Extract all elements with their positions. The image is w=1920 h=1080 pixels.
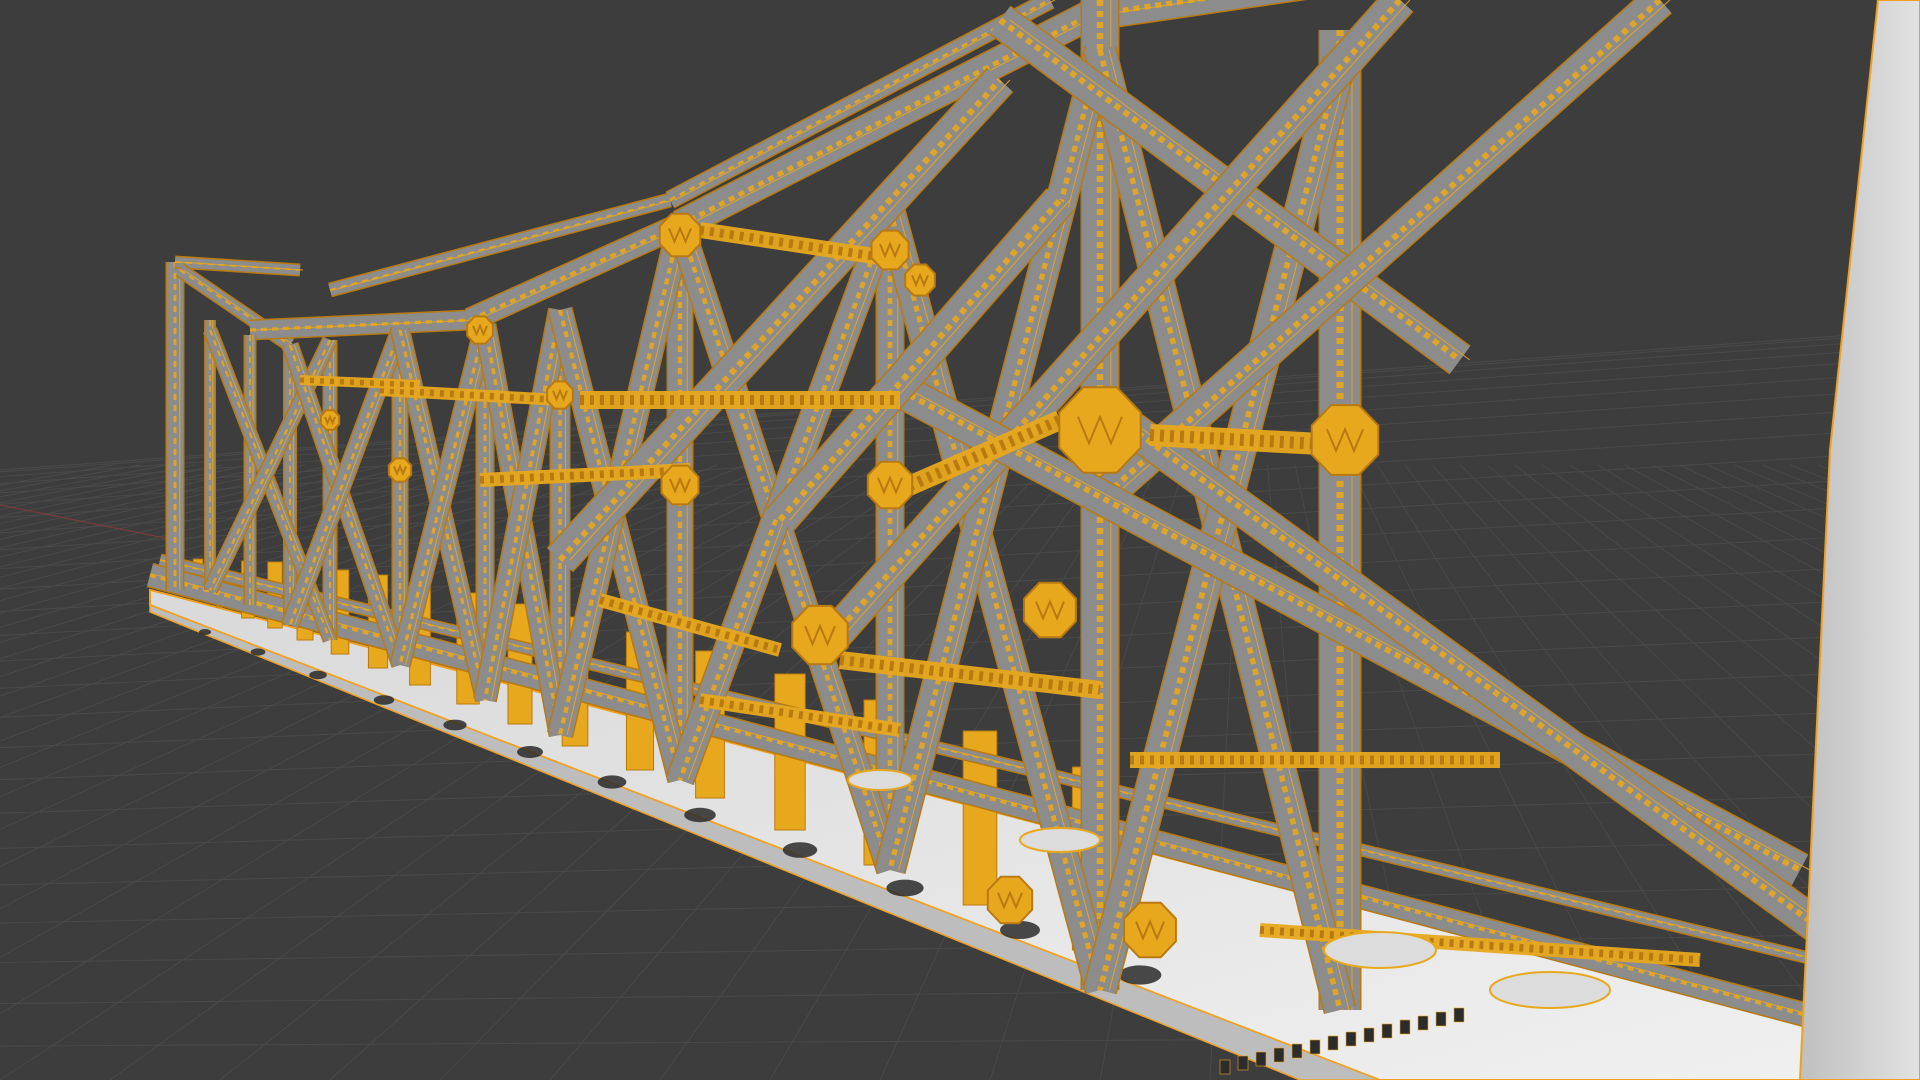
gusset-node xyxy=(387,457,413,483)
track-tie xyxy=(1237,1055,1249,1071)
track-tie xyxy=(1381,1023,1393,1039)
deck-hole xyxy=(309,670,327,680)
deck-hole xyxy=(886,879,924,897)
deck-hole xyxy=(373,695,395,705)
deck-hole xyxy=(1118,965,1162,985)
track-tie xyxy=(1219,1059,1231,1075)
lattice-girder xyxy=(479,463,691,487)
gusset-node xyxy=(1023,581,1077,639)
gusset-node xyxy=(1123,901,1177,959)
end-post xyxy=(165,262,185,590)
gusset-node xyxy=(1310,404,1380,476)
deck-hole xyxy=(250,648,266,656)
vertical-post xyxy=(1318,30,1362,1010)
gusset-node xyxy=(904,263,936,297)
deck-plate xyxy=(1323,931,1437,969)
gusset-node xyxy=(466,315,494,345)
track-tie xyxy=(1309,1039,1321,1055)
deck-plate xyxy=(847,769,913,791)
gusset-node xyxy=(658,212,702,258)
end-top-beam xyxy=(174,255,304,277)
track-tie xyxy=(1417,1015,1429,1031)
deck-hole xyxy=(517,746,543,758)
gusset-node xyxy=(986,875,1034,925)
gusset-node xyxy=(791,604,849,666)
deck-hole xyxy=(782,842,818,858)
gusset-node xyxy=(870,229,910,271)
gusset-node xyxy=(660,464,700,506)
vertical-post xyxy=(283,345,297,625)
track-tie xyxy=(1345,1031,1357,1047)
deck-plate xyxy=(1489,971,1611,1009)
track-tie xyxy=(1435,1011,1447,1027)
gusset-node xyxy=(1058,386,1142,474)
gusset-node xyxy=(546,380,574,410)
track-tie xyxy=(1363,1027,1375,1043)
track-tie xyxy=(1255,1051,1267,1067)
deck-hole xyxy=(443,719,467,731)
track-tie xyxy=(1273,1047,1285,1063)
viewport-scene[interactable] xyxy=(0,0,1920,1080)
deck-hole xyxy=(199,629,211,635)
track-tie xyxy=(1453,1007,1465,1023)
track-tie xyxy=(1399,1019,1411,1035)
vertical-post xyxy=(204,320,216,590)
track-tie xyxy=(1327,1035,1339,1051)
top-chord xyxy=(249,309,476,341)
3d-viewport[interactable] xyxy=(0,0,1920,1080)
track-tie xyxy=(1291,1043,1303,1059)
vertical-post xyxy=(243,335,257,605)
deck-plate xyxy=(1019,827,1101,853)
deck-hole xyxy=(597,775,627,789)
gusset-node xyxy=(866,460,914,510)
deck-hole xyxy=(684,807,716,823)
lattice-girder xyxy=(299,375,421,390)
gusset-node xyxy=(319,409,341,431)
